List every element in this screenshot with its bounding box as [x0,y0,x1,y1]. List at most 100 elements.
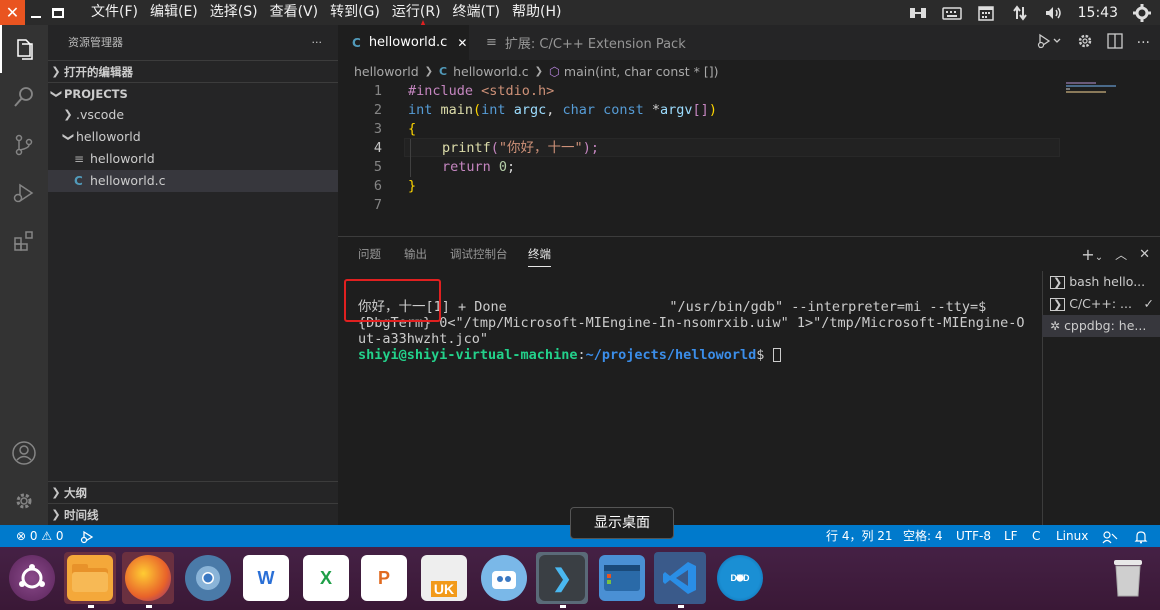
tab-terminal[interactable]: 终端 [528,237,551,267]
notifications-bell-icon[interactable] [1134,525,1148,547]
terminal-line: ut-a33hwzht.jco" [358,331,489,347]
run-debug-icon[interactable] [0,169,48,217]
settings-gear-icon[interactable] [0,477,48,525]
timeline-section[interactable]: ❯ 时间线 [48,503,338,525]
clock[interactable]: 15:43 [1078,5,1118,21]
problems-status[interactable]: ⊗ 0 ⚠ 0 [16,525,64,547]
indentation-status[interactable]: 空格: 4 [903,525,943,547]
line-number: 5 [373,159,382,175]
explorer-icon[interactable] [0,25,48,73]
ubuntu-launcher-icon[interactable] [6,552,58,604]
ubuntu-dock: W X P UK ❯ DVD [0,547,1160,610]
volume-icon[interactable] [1044,5,1064,21]
search-icon[interactable] [0,73,48,121]
menu-go[interactable]: 转到(G) [324,0,386,25]
account-icon[interactable] [0,429,48,477]
dvd-icon[interactable]: DVD [714,552,766,604]
wps-presentation-icon[interactable]: P [358,552,410,604]
window-switch-icon[interactable] [908,5,928,21]
tab-debug-console[interactable]: 调试控制台 [450,237,508,271]
bottom-panel: 问题 输出 调试控制台 终端 +⌄ ︿ ✕ 你好，十一[1] + Done "/… [338,236,1160,526]
projects-section[interactable]: ❯ PROJECTS [48,82,338,104]
source-control-icon[interactable] [0,121,48,169]
minimize-window-button[interactable] [25,0,47,25]
vscode-icon[interactable] [654,552,706,604]
encoding-status[interactable]: UTF-8 [956,525,991,547]
menu-edit[interactable]: 编辑(E) [144,0,204,25]
open-editors-section[interactable]: ❯ 打开的编辑器 [48,60,338,82]
maximize-panel-icon[interactable]: ︿ [1115,246,1127,263]
terminal-prompt: shiyi@shiyi-virtual-machine:~/projects/h… [358,347,781,363]
system-tray: 15:43 [908,0,1160,25]
close-tab-icon[interactable]: ✕ [457,36,467,50]
cursor-position[interactable]: 行 4，列 21 [826,525,893,547]
wps-writer-icon[interactable]: W [240,552,292,604]
breadcrumb-symbol[interactable]: main(int, char const * []) [564,64,719,79]
code-line-1: #include <stdio.h> [408,83,555,99]
chevron-down-icon: ❯ [62,132,75,142]
tab-problems[interactable]: 问题 [358,237,381,271]
calendar-icon[interactable] [976,5,996,21]
wps-spreadsheet-icon[interactable]: X [300,552,352,604]
outline-section[interactable]: ❯ 大纲 [48,481,338,503]
power-settings-icon[interactable] [1132,3,1152,22]
code-line-5: return 0; [442,159,516,175]
sidebar-title-row: 资源管理器 ··· [48,25,338,60]
ukylin-icon[interactable]: UK [418,552,470,604]
terminal-session-bash[interactable]: ❯ bash hello... [1042,271,1160,293]
terminal-icon: ❯ [1050,275,1066,289]
debug-launch-icon[interactable] [80,525,96,547]
trash-icon[interactable] [1102,552,1154,604]
explorer-sidebar: 资源管理器 ··· ❯ 打开的编辑器 ❯ PROJECTS ❯ .vscode … [48,25,338,525]
breadcrumb-folder[interactable]: helloworld [354,64,419,79]
close-window-button[interactable]: ✕ [0,0,25,25]
tree-item-helloworld-binary[interactable]: ≡ helloworld [48,148,338,170]
breadcrumb-file[interactable]: helloworld.c [453,64,528,79]
line-number: 3 [373,121,382,137]
close-panel-icon[interactable]: ✕ [1139,247,1150,262]
terminal-session-cppdbg[interactable]: ✲ cppdbg: he... [1042,315,1160,337]
editor-tabs: C helloworld.c ✕ ≡ 扩展: C/C++ Extension P… [338,25,1160,60]
files-icon[interactable] [64,552,116,604]
new-terminal-icon[interactable]: +⌄ [1081,245,1103,264]
menu-selection[interactable]: 选择(S) [204,0,264,25]
menu-terminal[interactable]: 终端(T) [447,0,506,25]
chevron-right-icon: ❯ [51,64,61,78]
tab-extension-pack[interactable]: ≡ 扩展: C/C++ Extension Pack [470,25,686,60]
feedback-icon[interactable] [1102,525,1118,547]
check-icon: ✓ [1143,296,1154,311]
terminal-icon[interactable]: ❯ [536,552,588,604]
tab-output[interactable]: 输出 [404,237,427,271]
menu-view[interactable]: 查看(V) [264,0,325,25]
terminal-session-cpp-build[interactable]: ❯ C/C++: ... ✓ [1042,293,1160,315]
show-desktop-icon[interactable] [596,552,648,604]
tree-item-vscode[interactable]: ❯ .vscode [48,104,338,126]
settings-gear-icon[interactable] [1077,33,1093,53]
chromium-icon[interactable] [182,552,234,604]
minimap[interactable] [1066,82,1126,96]
more-actions-icon[interactable]: ··· [1137,35,1150,51]
tree-item-helloworld-c[interactable]: C helloworld.c [48,170,338,192]
software-center-icon[interactable] [478,552,530,604]
menu-file[interactable]: 文件(F) [85,0,144,25]
split-editor-icon[interactable] [1106,32,1123,53]
chevron-right-icon: ❯ [63,108,73,121]
eol-status[interactable]: LF [1004,525,1018,547]
red-highlight-box [344,279,441,322]
firefox-icon[interactable] [122,552,174,604]
language-status[interactable]: C [1032,525,1040,547]
more-actions-icon[interactable]: ··· [312,25,323,60]
running-indicator [88,605,94,608]
session-label: bash hello... [1069,274,1146,289]
chevron-right-icon: ❯ [51,507,61,521]
network-icon[interactable] [1010,4,1030,21]
code-editor[interactable]: 1 2 3 4 5 6 7 #include <stdio.h> int mai… [338,82,1060,232]
platform-status[interactable]: Linux [1056,525,1088,547]
maximize-window-button[interactable] [47,0,69,25]
tree-item-helloworld-folder[interactable]: ❯ helloworld [48,126,338,148]
tab-helloworld-c[interactable]: C helloworld.c ✕ [338,25,469,60]
menu-help[interactable]: 帮助(H) [506,0,567,25]
extensions-icon[interactable] [0,217,48,265]
run-debug-dropdown-icon[interactable] [1037,33,1063,53]
keyboard-icon[interactable] [941,5,962,21]
